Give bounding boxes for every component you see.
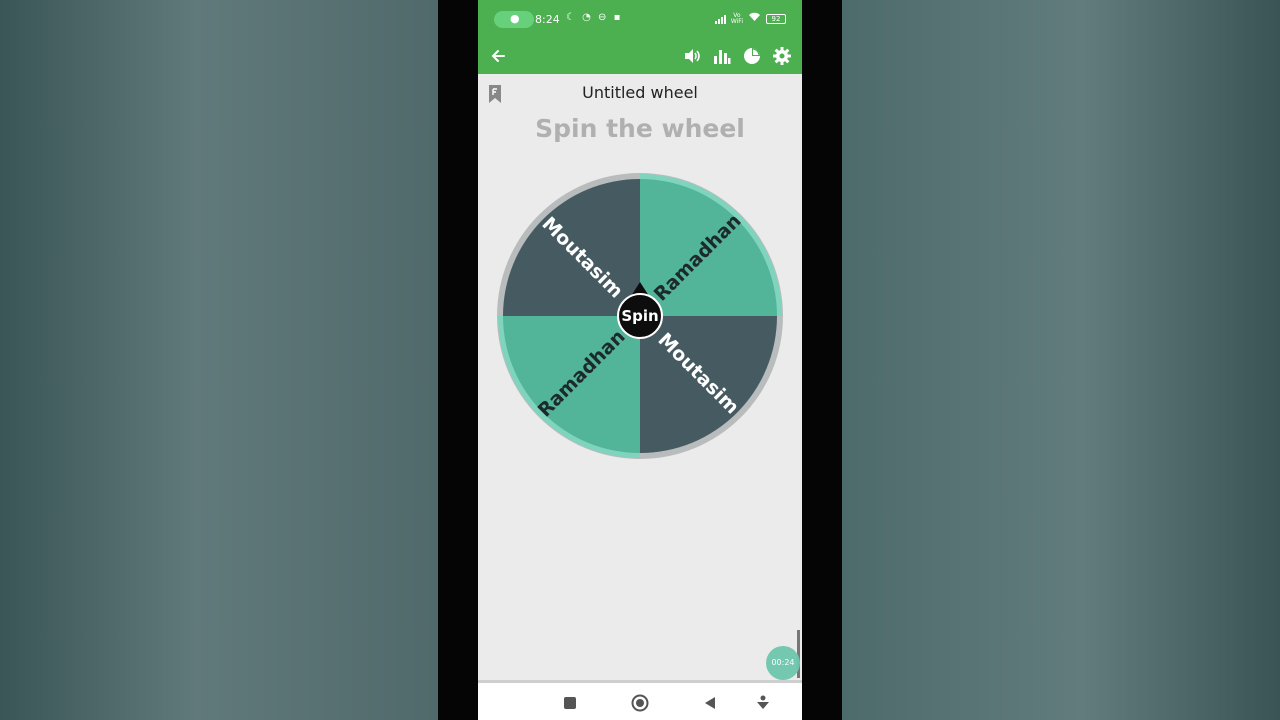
bar-chart-icon[interactable] [708, 42, 736, 70]
mic-icon: ● [510, 12, 520, 25]
battery-icon: 92 [766, 13, 786, 24]
bookmark-icon[interactable] [486, 84, 504, 104]
mic-indicator: ● [494, 11, 534, 28]
status-bar: ● 8:24 ☾ ◔ ⊖ ▪ Vo WiFi 92 [478, 0, 802, 38]
volume-icon[interactable] [678, 42, 706, 70]
gear-icon[interactable] [768, 42, 796, 70]
vowifi-indicator: Vo WiFi [730, 12, 743, 25]
status-time: 8:24 [535, 13, 560, 26]
home-icon[interactable] [628, 691, 652, 715]
spin-button[interactable]: Spin [617, 293, 663, 339]
signal-icon [714, 14, 726, 24]
notification-icons: ☾ ◔ ⊖ ▪ [566, 12, 623, 23]
recents-icon[interactable] [558, 691, 582, 715]
spin-wheel[interactable]: Ramadhan Moutasim Ramadhan Moutasim Spin [496, 172, 784, 460]
recording-timer[interactable]: 00:24 [766, 646, 800, 680]
app-toolbar [478, 38, 802, 74]
letterbox-left [438, 0, 478, 720]
wifi-label: WiFi [730, 17, 743, 25]
back-triangle-icon[interactable] [698, 691, 722, 715]
phone-screen: ● 8:24 ☾ ◔ ⊖ ▪ Vo WiFi 92 Untitled wheel… [478, 0, 802, 720]
wheel-title[interactable]: Untitled wheel [538, 83, 742, 102]
status-right-group: Vo WiFi 92 [714, 12, 786, 25]
pie-chart-icon[interactable] [738, 42, 766, 70]
wifi-icon [748, 12, 761, 25]
background-right [842, 0, 1280, 720]
background-left [0, 0, 438, 720]
spin-the-wheel-heading: Spin the wheel [535, 114, 745, 143]
android-nav-bar [478, 680, 802, 720]
letterbox-right [802, 0, 842, 720]
back-arrow-icon[interactable] [484, 42, 512, 70]
assistant-icon[interactable] [751, 691, 775, 715]
